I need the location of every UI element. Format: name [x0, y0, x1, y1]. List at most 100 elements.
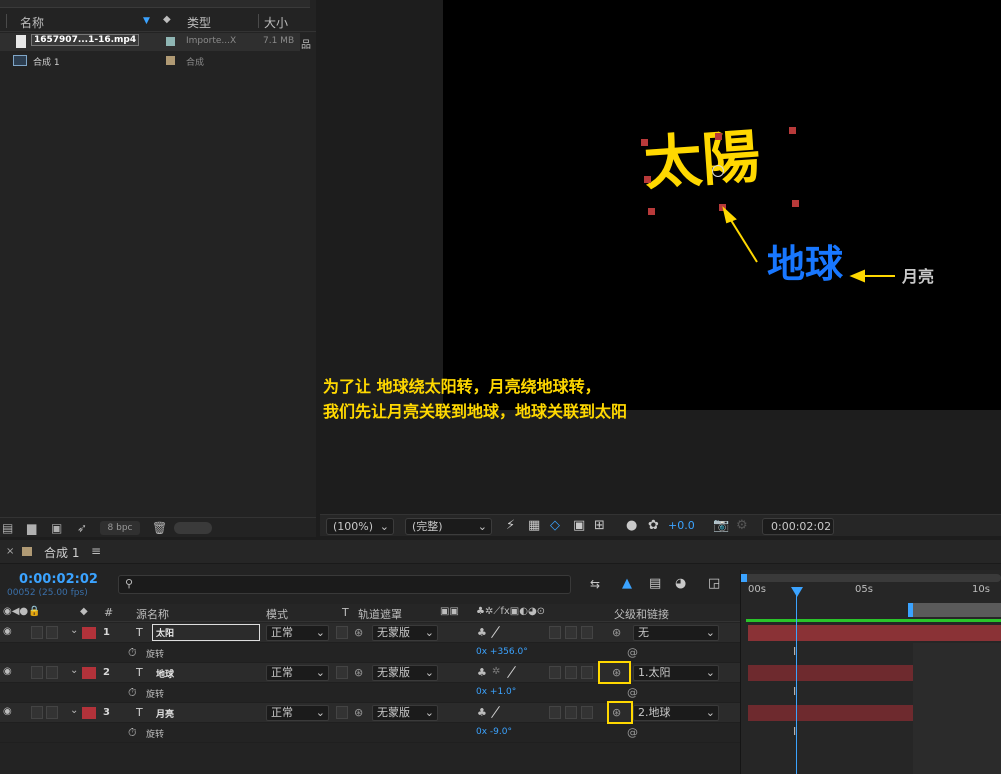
shy-switch-icon[interactable]: ♣	[477, 626, 487, 639]
graph-editor-icon[interactable]: ◲	[708, 576, 720, 591]
eye-icon[interactable]: ◉	[3, 706, 12, 717]
shy-layers-icon[interactable]: ▲	[622, 576, 632, 591]
switch-box[interactable]	[549, 666, 561, 679]
switch-box[interactable]	[565, 706, 577, 719]
layer-switches-icon[interactable]: ♣✲⟋fx▣◐◕⊙	[476, 606, 545, 617]
preserve-transparency-toggle[interactable]	[336, 626, 348, 639]
switches-icon[interactable]: ▣▣	[440, 606, 459, 617]
switch-box[interactable]	[565, 626, 577, 639]
rotation-value[interactable]: 0x +356.0°	[476, 647, 528, 657]
channel-icon[interactable]: ●	[626, 518, 637, 533]
parent-dropdown[interactable]: 2.地球 ⌄	[633, 705, 719, 721]
mode-dropdown[interactable]: 正常 ⌄	[266, 665, 329, 681]
track-matte-dropdown[interactable]: 无蒙版 ⌄	[372, 625, 438, 641]
preserve-transparency-toggle[interactable]	[336, 706, 348, 719]
switch-box[interactable]	[565, 666, 577, 679]
quality-switch-icon[interactable]	[491, 625, 500, 639]
close-icon[interactable]: ×	[6, 546, 14, 557]
collapse-switch-icon[interactable]: ✲	[492, 666, 500, 677]
mode-dropdown[interactable]: 正常 ⌄	[266, 625, 329, 641]
expression-pick-whip-icon[interactable]: @	[627, 646, 638, 659]
track-matte-dropdown[interactable]: 无蒙版 ⌄	[372, 665, 438, 681]
playhead-handle[interactable]	[791, 587, 803, 597]
parent-dropdown[interactable]: 无 ⌄	[633, 625, 719, 641]
fast-previews-icon[interactable]: ⚡	[506, 518, 515, 533]
mode-dropdown[interactable]: 正常 ⌄	[266, 705, 329, 721]
chevron-down-icon[interactable]: ⌄	[70, 625, 78, 636]
column-source-name[interactable]: 源名称	[136, 606, 169, 622]
solo-toggle[interactable]	[31, 666, 43, 679]
comp-flowchart-icon[interactable]: ⇆	[590, 577, 600, 591]
column-t[interactable]: T	[342, 606, 349, 619]
layer-label-color[interactable]	[82, 627, 96, 639]
layer-name[interactable]: 月亮	[156, 707, 174, 720]
frame-blending-icon[interactable]: ▤	[649, 576, 661, 591]
keyframe-marker[interactable]: I	[793, 685, 796, 698]
av-features-icon[interactable]: ◉◀●🔒	[3, 606, 41, 617]
work-area-end-region[interactable]	[908, 603, 1001, 617]
tab-composition[interactable]: 合成 1	[44, 544, 79, 561]
switch-box[interactable]	[581, 666, 593, 679]
exposure-value[interactable]: +0.0	[668, 519, 695, 532]
shy-switch-icon[interactable]: ♣	[477, 706, 487, 719]
switch-box[interactable]	[581, 706, 593, 719]
lock-toggle[interactable]	[46, 706, 58, 719]
rotation-value[interactable]: 0x -9.0°	[476, 727, 512, 737]
layer-name[interactable]: 地球	[156, 667, 174, 680]
keyframe-marker[interactable]: I	[793, 645, 796, 658]
resolution-dropdown[interactable]: (完整) ⌄	[405, 518, 492, 535]
keyframe-marker[interactable]: I	[793, 725, 796, 738]
solo-toggle[interactable]	[31, 706, 43, 719]
preserve-transparency-toggle[interactable]	[336, 666, 348, 679]
transparency-grid-icon[interactable]: ▦	[528, 518, 540, 533]
solo-toggle[interactable]	[31, 626, 43, 639]
pick-whip-icon[interactable]: ⊛	[354, 706, 363, 719]
shy-switch-icon[interactable]: ♣	[477, 666, 487, 679]
rotation-value[interactable]: 0x +1.0°	[476, 687, 516, 697]
layer-label-color[interactable]	[82, 667, 96, 679]
label-tag-icon[interactable]: ◆	[80, 606, 88, 617]
chevron-down-icon[interactable]: ⌄	[70, 665, 78, 676]
lock-toggle[interactable]	[46, 626, 58, 639]
stopwatch-icon[interactable]: ⏱	[128, 646, 137, 660]
expression-pick-whip-icon[interactable]: @	[627, 686, 638, 699]
camera-snapshot-icon[interactable]: 📷	[713, 518, 729, 533]
column-mode[interactable]: 模式	[266, 606, 288, 622]
expression-pick-whip-icon[interactable]: @	[627, 726, 638, 739]
work-area-start-handle[interactable]	[741, 574, 747, 582]
reset-exposure-icon[interactable]: ✿	[648, 518, 659, 533]
pick-whip-icon[interactable]: ⊛	[612, 626, 621, 639]
viewer-timecode[interactable]: 0:00:02:02	[762, 518, 834, 535]
column-parent[interactable]: 父级和链接	[614, 606, 669, 622]
grid-guides-icon[interactable]: ⊞	[594, 518, 605, 533]
quality-switch-icon[interactable]	[491, 705, 500, 719]
parent-dropdown[interactable]: 1.太阳 ⌄	[633, 665, 719, 681]
zoom-dropdown[interactable]: (100%) ⌄	[326, 518, 394, 535]
layer-label-color[interactable]	[82, 707, 96, 719]
layer-row[interactable]: ◉ ⌄ 1 T 太阳 正常 ⌄ ⊛ 无蒙版 ⌄ ♣ ⊛ 无 ⌄	[0, 623, 740, 643]
show-snapshot-icon[interactable]: ⚙	[736, 518, 748, 533]
pick-whip-icon[interactable]: ⊛	[354, 626, 363, 639]
eye-icon[interactable]: ◉	[3, 666, 12, 677]
lock-toggle[interactable]	[46, 666, 58, 679]
panel-menu-icon[interactable]: ≡	[91, 544, 101, 558]
column-number[interactable]: #	[104, 606, 113, 619]
motion-blur-icon[interactable]: ◕	[675, 576, 686, 591]
switch-box[interactable]	[581, 626, 593, 639]
work-area-bar[interactable]	[741, 574, 1001, 582]
column-track-matte[interactable]: 轨道遮罩	[358, 606, 402, 622]
chevron-down-icon[interactable]: ⌄	[70, 705, 78, 716]
layer-duration-bar[interactable]	[748, 625, 1001, 641]
pick-whip-icon[interactable]: ⊛	[354, 666, 363, 679]
current-time[interactable]: 0:00:02:02	[19, 572, 98, 587]
timeline-search-input[interactable]: ⚲	[118, 575, 571, 594]
switch-box[interactable]	[549, 626, 561, 639]
work-area-end-handle[interactable]	[908, 603, 913, 617]
track-matte-dropdown[interactable]: 无蒙版 ⌄	[372, 705, 438, 721]
layer-name[interactable]: 太阳	[152, 624, 260, 641]
current-time-indicator[interactable]	[796, 592, 797, 774]
stopwatch-icon[interactable]: ⏱	[128, 726, 137, 740]
stopwatch-icon[interactable]: ⏱	[128, 686, 137, 700]
switch-box[interactable]	[549, 706, 561, 719]
quality-switch-icon[interactable]	[507, 665, 516, 679]
